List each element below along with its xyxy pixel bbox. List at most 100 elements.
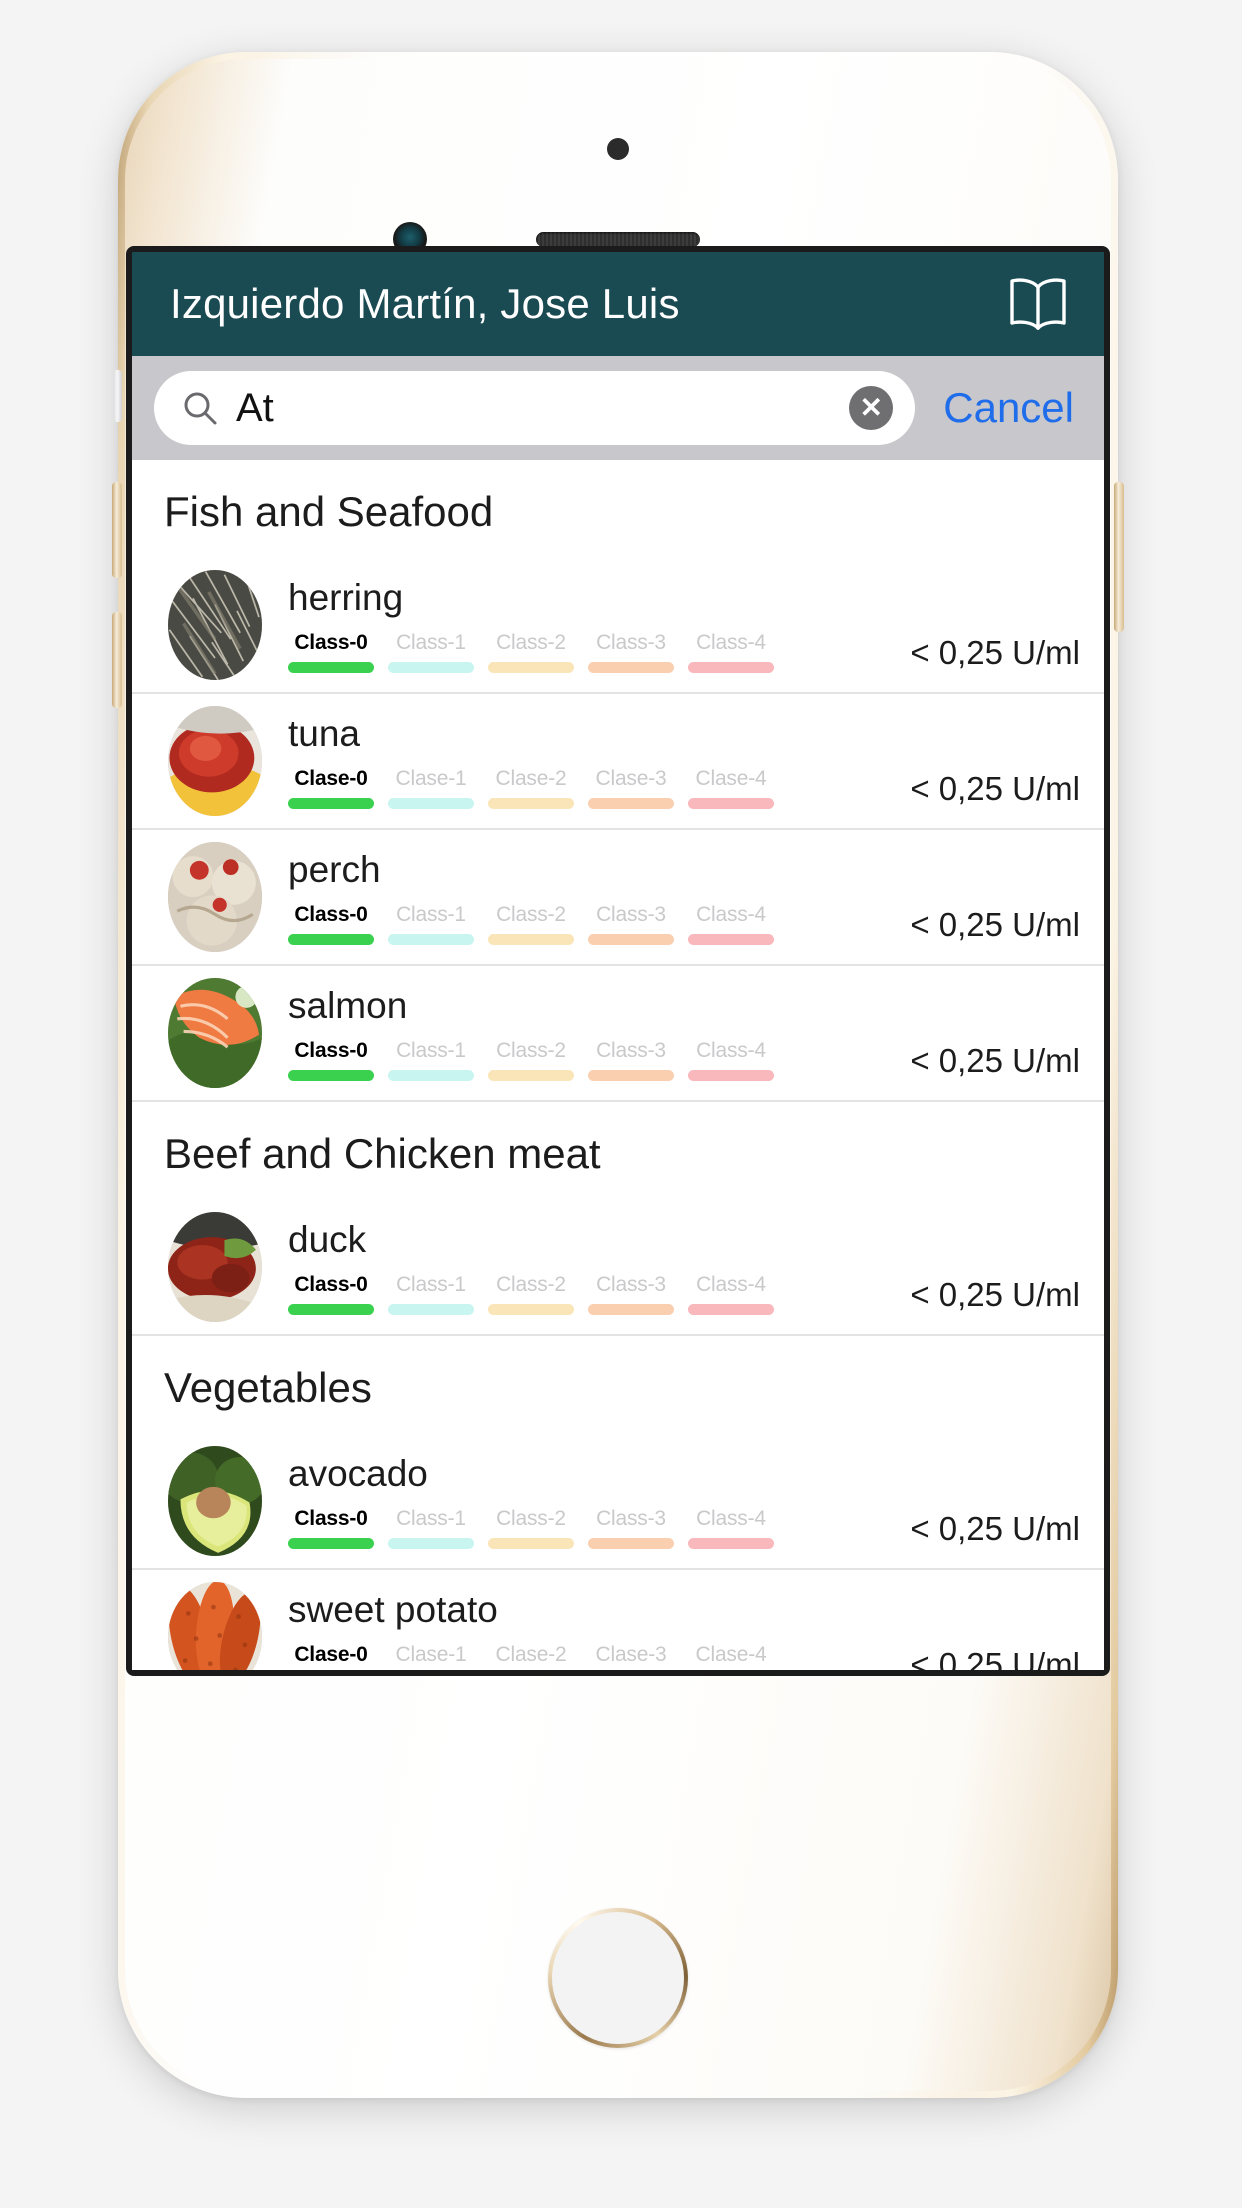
class-cell-2: Class-2 [488,903,574,945]
food-name: salmon [288,985,408,1026]
sweet-potato-thumbnail [168,1582,262,1670]
class-label: Class-1 [396,1273,466,1296]
volume-down-button[interactable] [112,612,122,708]
food-row[interactable]: duck Class-0 Class-1 Class-2 Class-3 Class-4 <… [132,1200,1104,1336]
food-value: < 0,25 U/ml [910,1276,1080,1313]
search-icon [180,388,220,428]
food-info: duck Class-0 Class-1 Class-2 Class-3 Class-4 [288,1219,878,1315]
cancel-button[interactable]: Cancel [925,384,1088,432]
food-name: tuna [288,713,361,754]
food-name: avocado [288,1453,428,1494]
volume-up-button[interactable] [112,482,122,578]
class-bar [688,798,774,809]
class-bar [288,934,374,945]
food-row[interactable]: perch Class-0 Class-1 Class-2 Class-3 Class-4… [132,830,1104,966]
food-row[interactable]: salmon Class-0 Class-1 Class-2 Class-3 Class-… [132,966,1104,1102]
class-label: Clase-3 [595,1643,667,1666]
silent-switch[interactable] [113,370,122,422]
class-label: Clase-2 [495,1643,567,1666]
class-scale: Clase-0 Clase-1 Clase-2 Clase-3 Clase-4 [288,767,878,809]
class-bar [488,798,574,809]
class-bar [588,1070,674,1081]
screen-bezel: Izquierdo Martín, Jose Luis At ✕ Cancel … [126,246,1110,1676]
class-cell-1: Clase-1 [388,1643,474,1670]
duck-thumbnail [168,1212,262,1322]
class-label: Class-4 [696,1039,766,1062]
class-bar [388,662,474,673]
class-cell-3: Class-3 [588,903,674,945]
class-label: Clase-3 [595,767,667,790]
search-input[interactable]: At [236,386,833,431]
search-bar: At ✕ Cancel [132,356,1104,460]
class-cell-1: Class-1 [388,1273,474,1315]
class-label: Class-1 [396,1507,466,1530]
class-cell-1: Class-1 [388,1039,474,1081]
class-cell-4: Class-4 [688,1039,774,1081]
class-scale: Class-0 Class-1 Class-2 Class-3 Class-4 [288,903,878,945]
food-row[interactable]: avocado Class-0 Class-1 Class-2 Class-3 Class… [132,1434,1104,1570]
food-info: tuna Clase-0 Clase-1 Clase-2 Clase-3 Clase-4 [288,713,878,809]
class-bar [288,1538,374,1549]
section-header: Fish and Seafood [164,488,494,535]
food-value: < 0,25 U/ml [910,1042,1080,1079]
class-cell-3: Class-3 [588,1507,674,1549]
class-label: Class-0 [294,1039,368,1062]
class-label: Class-2 [496,631,566,654]
class-cell-0: Class-0 [288,631,374,673]
class-bar [588,1304,674,1315]
class-cell-3: Class-3 [588,631,674,673]
class-label: Class-3 [596,1273,666,1296]
class-bar [588,798,674,809]
home-button[interactable] [548,1908,688,2048]
class-label: Class-2 [496,1273,566,1296]
class-cell-1: Class-1 [388,1507,474,1549]
class-cell-2: Class-2 [488,1507,574,1549]
class-label: Class-0 [294,1507,368,1530]
class-bar [388,1538,474,1549]
class-cell-2: Class-2 [488,1273,574,1315]
food-info: perch Class-0 Class-1 Class-2 Class-3 Class-4 [288,849,878,945]
class-bar [388,1304,474,1315]
class-label: Class-3 [596,903,666,926]
food-name: duck [288,1219,367,1260]
class-cell-0: Class-0 [288,1273,374,1315]
class-label: Class-0 [294,903,368,926]
class-scale: Class-0 Class-1 Class-2 Class-3 Class-4 [288,1507,878,1549]
class-bar [688,662,774,673]
class-label: Class-1 [396,903,466,926]
proximity-sensor-icon [607,138,629,160]
search-field[interactable]: At ✕ [154,371,916,445]
food-info: salmon Class-0 Class-1 Class-2 Class-3 Class-… [288,985,878,1081]
food-value: < 0,25 U/ml [910,1646,1080,1670]
perch-thumbnail [168,842,262,952]
iphone-device: Izquierdo Martín, Jose Luis At ✕ Cancel … [112,52,1124,2098]
class-bar [488,662,574,673]
class-cell-1: Clase-1 [388,767,474,809]
clear-search-icon[interactable]: ✕ [849,386,894,430]
page-title: Izquierdo Martín, Jose Luis [170,280,680,327]
food-row[interactable]: sweet potato Clase-0 Clase-1 Clase-2 Clase-3… [132,1570,1104,1670]
food-info: herring Class-0 Class-1 Class-2 Class-3 Class… [288,577,878,673]
class-cell-4: Class-4 [688,631,774,673]
power-button[interactable] [1114,482,1124,632]
food-row[interactable]: herring Class-0 Class-1 Class-2 Class-3 Class… [132,558,1104,694]
class-bar [388,934,474,945]
class-cell-1: Class-1 [388,903,474,945]
book-icon[interactable] [1006,275,1070,333]
class-bar [488,1538,574,1549]
class-label: Class-0 [294,631,368,654]
search-results-list[interactable]: Fish and Seafood herring Class-0 Class-1 Cl… [132,460,1104,1670]
class-label: Class-4 [696,631,766,654]
class-bar [488,1304,574,1315]
food-row[interactable]: tuna Clase-0 Clase-1 Clase-2 Clase-3 Clase-4 <… [132,694,1104,830]
class-label: Class-3 [596,1039,666,1062]
salmon-thumbnail [168,978,262,1088]
class-bar [588,934,674,945]
class-label: Class-2 [496,1039,566,1062]
class-cell-3: Class-3 [588,1039,674,1081]
class-cell-3: Clase-3 [588,767,674,809]
class-scale: Class-0 Class-1 Class-2 Class-3 Class-4 [288,1273,878,1315]
class-label: Clase-0 [294,1643,368,1666]
class-label: Clase-4 [695,767,767,790]
herring-thumbnail [168,570,262,680]
